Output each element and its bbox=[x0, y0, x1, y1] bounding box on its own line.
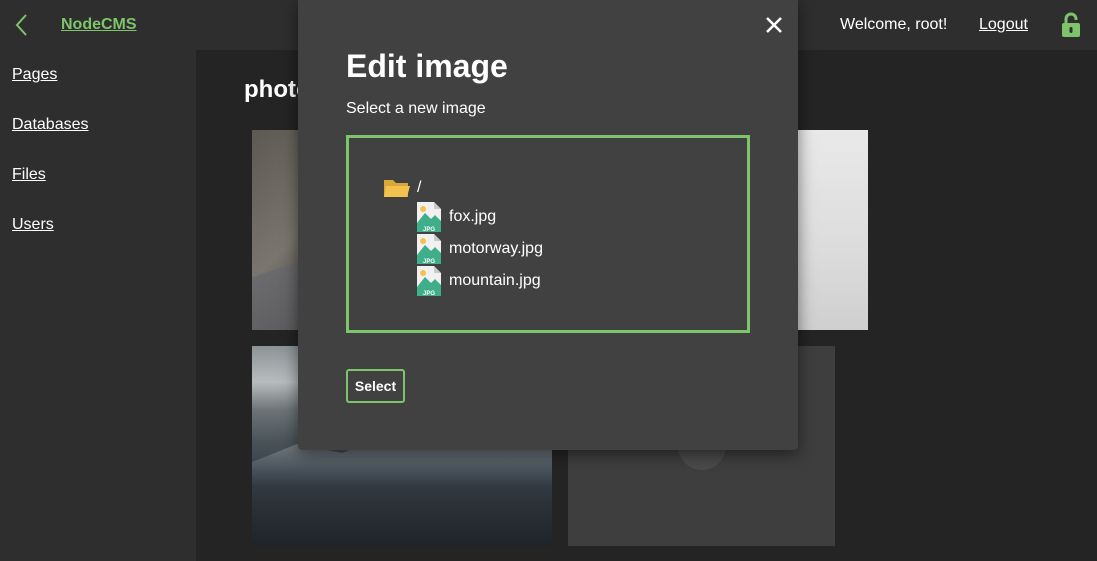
tree-root-label: / bbox=[417, 179, 422, 196]
sidebar-item-files[interactable]: Files bbox=[12, 166, 46, 184]
lock-open-icon[interactable] bbox=[1060, 12, 1082, 38]
back-chevron-icon[interactable] bbox=[12, 12, 32, 38]
tree-file-label: mountain.jpg bbox=[449, 272, 541, 289]
edit-image-modal: Edit image Select a new image / JPG fox.… bbox=[298, 0, 798, 450]
sidebar: Pages Databases Files Users bbox=[0, 50, 196, 561]
tree-file-fox[interactable]: JPG fox.jpg bbox=[416, 201, 496, 233]
select-button[interactable]: Select bbox=[346, 369, 405, 403]
welcome-text: Welcome, root! bbox=[840, 16, 948, 33]
folder-open-icon bbox=[384, 180, 410, 197]
tree-file-label: motorway.jpg bbox=[449, 240, 543, 257]
file-tree: / JPG fox.jpg JPG motorway.jpg JPG mount… bbox=[346, 135, 750, 333]
tree-file-mountain[interactable]: JPG mountain.jpg bbox=[416, 265, 541, 297]
jpg-file-icon: JPG bbox=[417, 234, 441, 265]
tree-file-label: fox.jpg bbox=[449, 208, 497, 225]
close-icon[interactable] bbox=[764, 15, 784, 35]
tree-root-folder[interactable]: / bbox=[383, 176, 421, 200]
tree-file-motorway[interactable]: JPG motorway.jpg bbox=[416, 233, 543, 265]
jpg-file-icon: JPG bbox=[417, 202, 441, 233]
brand-link[interactable]: NodeCMS bbox=[61, 16, 137, 34]
svg-text:JPG: JPG bbox=[423, 291, 435, 297]
sidebar-item-pages[interactable]: Pages bbox=[12, 66, 57, 84]
logout-link[interactable]: Logout bbox=[979, 16, 1028, 34]
modal-title: Edit image bbox=[346, 48, 508, 84]
jpg-file-icon: JPG bbox=[417, 266, 441, 297]
sidebar-item-users[interactable]: Users bbox=[12, 216, 54, 234]
sidebar-item-databases[interactable]: Databases bbox=[12, 116, 89, 134]
modal-subtitle: Select a new image bbox=[346, 100, 486, 117]
